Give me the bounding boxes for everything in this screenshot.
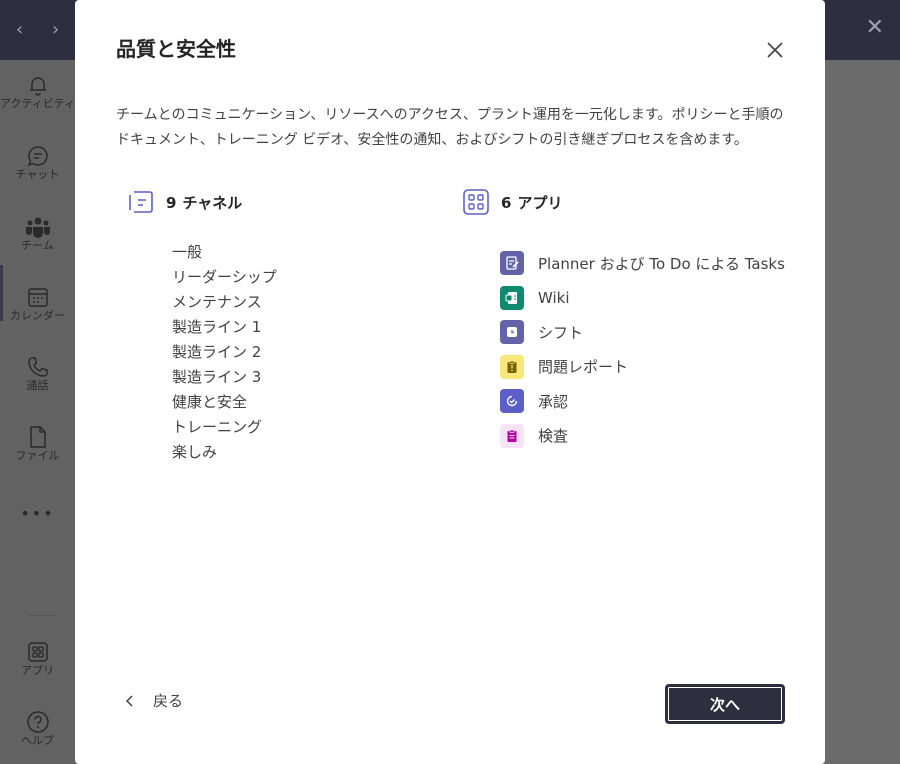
apps-label: アプリ [517,193,563,212]
rail-item-activity[interactable]: アクティビティ [0,73,75,111]
next-button[interactable]: 次へ [665,684,785,724]
chevron-left-icon [125,694,133,707]
list-item: シフト [500,315,785,350]
rail-item-label: 通話 [26,379,49,392]
list-item: Wiki [500,281,785,316]
channels-header: 9 チャネル [128,189,242,215]
dialog-description: チームとのコミュニケーション、リソースへのアクセス、プラント運用を一元化します。… [116,107,784,148]
app-list: Planner および To Do による Tasks Wiki シフト 問題レ… [500,246,785,453]
tasks-icon [500,251,524,276]
rail-item-label: チャット [15,168,60,181]
list-item: トレーニング [172,418,263,436]
list-item: 検査 [500,419,785,454]
rail-item-label: アプリ [21,664,54,677]
inspection-icon [500,423,524,448]
app-rail: アクティビティ チャット チーム カレンダー 通話 ファイル ••• アプリ ヘ… [0,60,75,764]
rail-more-button[interactable]: ••• [0,504,75,523]
apps-grid-icon [463,189,489,215]
close-icon[interactable] [761,36,789,64]
app-name: 問題レポート [538,358,629,377]
rail-item-calendar[interactable]: カレンダー [0,285,75,323]
rail-item-files[interactable]: ファイル [0,425,75,463]
template-dialog: 品質と安全性 チームとのコミュニケーション、リソースへのアクセス、プラント運用を… [75,0,825,764]
list-item: 一般 [172,243,203,261]
channel-list-icon [129,191,153,213]
bell-icon [29,77,46,96]
back-nav-icon[interactable]: ‹ [16,18,23,42]
more-icon: ••• [20,504,55,523]
rail-divider [28,615,56,616]
list-item: 健康と安全 [172,393,248,411]
calendar-icon [27,288,48,307]
wiki-icon [500,285,524,310]
list-item: メンテナンス [172,293,262,311]
rail-item-teams[interactable]: チーム [0,215,75,253]
channels-count: 9 [166,193,177,212]
approvals-icon [500,389,524,414]
help-icon [26,711,49,733]
list-item: 製造ライン 1 [172,318,262,336]
list-item: 製造ライン 3 [172,368,262,386]
channels-label: チャネル [182,193,243,212]
back-button[interactable]: 戻る [123,690,183,711]
rail-item-apps[interactable]: アプリ [0,640,75,678]
apps-header: 6 アプリ [463,189,562,215]
window-close-icon[interactable]: ✕ [866,16,884,40]
app-name: Wiki [538,288,570,307]
back-button-label: 戻る [153,692,184,710]
dialog-title: 品質と安全性 [116,37,236,61]
chat-icon [27,146,48,167]
issue-report-icon [500,354,524,379]
apps-count: 6 [501,193,512,212]
list-item: 製造ライン 2 [172,343,262,361]
app-name: 検査 [538,427,569,446]
rail-item-label: ファイル [15,449,60,462]
forward-nav-icon[interactable]: › [52,18,59,42]
file-icon [29,426,46,448]
rail-item-help[interactable]: ヘルプ [0,710,75,748]
list-item: Planner および To Do による Tasks [500,246,785,281]
phone-icon [27,357,48,377]
list-item: 楽しみ [172,443,218,461]
list-item: 問題レポート [500,350,785,385]
rail-item-label: カレンダー [10,309,65,322]
shifts-icon [500,320,524,345]
list-item: 承認 [500,384,785,419]
rail-item-label: アクティビティ [0,97,76,110]
rail-item-label: ヘルプ [21,734,54,747]
list-item: リーダーシップ [172,268,277,286]
apps-icon [27,642,48,662]
app-name: 承認 [538,392,569,411]
rail-item-chat[interactable]: チャット [0,144,75,182]
app-name: Planner および To Do による Tasks [538,254,785,273]
app-name: シフト [538,323,584,342]
teams-icon [25,217,50,238]
rail-item-calls[interactable]: 通話 [0,355,75,393]
channel-list: 一般 リーダーシップ メンテナンス 製造ライン 1 製造ライン 2 製造ライン … [172,240,277,465]
rail-item-label: チーム [21,239,54,252]
